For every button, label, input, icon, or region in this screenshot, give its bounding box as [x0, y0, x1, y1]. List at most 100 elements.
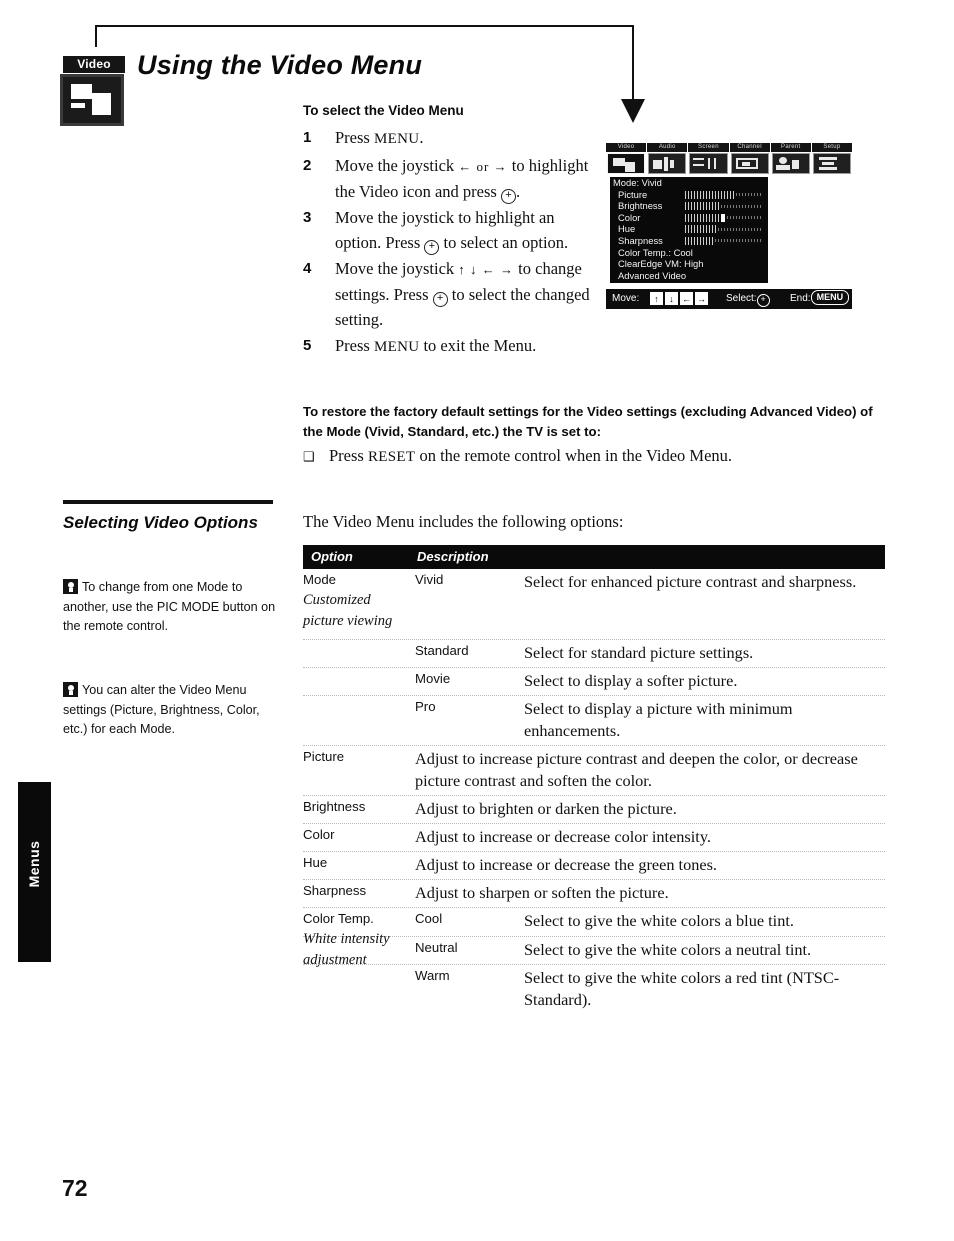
osd-tab-setup[interactable]: Setup [811, 143, 853, 175]
arrow-up-icon: ↑ [650, 292, 663, 305]
select-button-icon: + [432, 292, 448, 307]
osd-move-keys: ↑ ↓ ← → [650, 292, 708, 305]
osd-row-mode[interactable]: Mode: Vivid [610, 177, 768, 189]
cell-description: Select for standard picture settings. [524, 643, 754, 662]
osd-row-label: ClearEdge VM: High [618, 258, 704, 270]
key-name: MENU [373, 131, 420, 147]
list-item: 4 Move the joystick ↑ ↓ ← → to change se… [303, 256, 603, 332]
hue-slider[interactable] [684, 225, 762, 234]
table-row: Warm Select to give the white colors a r… [303, 965, 885, 1014]
picture-slider[interactable] [684, 190, 762, 199]
table-row: Sharpness Adjust to sharpen or soften th… [303, 880, 885, 908]
cell-description: Adjust to increase or decrease color int… [415, 827, 711, 846]
tip-note-2: You can alter the Video Menu settings (P… [63, 681, 278, 740]
osd-tab-screen[interactable]: Screen [688, 143, 730, 175]
cell-description: Select to display a picture with minimum… [524, 699, 793, 740]
audio-tab-icon [648, 153, 687, 174]
select-button-icon: + [424, 240, 440, 255]
table-row: Color Temp. White intensity adjustment C… [303, 908, 885, 968]
cell-description: Adjust to increase or decrease the green… [415, 855, 717, 874]
parent-tab-icon [771, 153, 810, 174]
brightness-slider[interactable] [684, 202, 762, 211]
restore-text-b: on the remote control when in the Video … [415, 446, 733, 465]
cell-option: Picture [303, 749, 345, 764]
osd-tab-parent[interactable]: Parent [770, 143, 812, 175]
thumb-tab-label: Menus [26, 840, 42, 888]
cell-value: Standard [415, 643, 469, 658]
osd-tab-bar: Video Audio Screen Channel Parent Setup [606, 143, 853, 175]
step-text: Move the joystick ↑ ↓ ← → to change sett… [335, 256, 603, 332]
arrow-right-icon: → [695, 292, 708, 305]
square-bullet-icon: ❑ [303, 449, 315, 464]
badge-glyph [60, 74, 124, 126]
page-number: 72 [62, 1175, 88, 1201]
osd-tab-label: Parent [770, 143, 811, 152]
menu-button-icon: MENU [810, 290, 850, 305]
list-item: 3 Move the joystick to highlight an opti… [303, 205, 603, 255]
arrow-down-icon: ↓ [665, 292, 678, 305]
osd-tab-label: Audio [647, 143, 688, 152]
osd-select-hint: Select: + [726, 289, 770, 309]
osd-row-clearedge[interactable]: ClearEdge VM: High [610, 258, 768, 270]
cell-option: Brightness [303, 799, 366, 814]
step-number: 1 [303, 129, 312, 146]
joystick-arrows-icon: ← or → [458, 159, 508, 174]
cell-option-subtitle: Customized picture viewing [303, 592, 393, 629]
osd-row-hue[interactable]: Hue [610, 223, 768, 235]
table-row: Hue Adjust to increase or decrease the g… [303, 852, 885, 880]
osd-row-advanced-video[interactable]: Advanced Video [610, 270, 768, 282]
page-title: Using the Video Menu [137, 50, 423, 80]
sharpness-slider[interactable] [684, 236, 762, 245]
osd-row-label: Picture [618, 188, 648, 200]
procedure-subhead: To select the Video Menu [303, 103, 464, 118]
cell-value: Neutral [415, 940, 458, 955]
step-text: Move the joystick to highlight an option… [335, 205, 603, 255]
cell-value: Warm [415, 968, 450, 983]
cell-description: Adjust to brighten or darken the picture… [415, 799, 677, 818]
restore-note: To restore the factory default settings … [303, 404, 873, 439]
step-text-a: Press [335, 128, 374, 147]
osd-row-label: Color [618, 211, 641, 223]
table-intro: The Video Menu includes the following op… [303, 512, 624, 531]
cell-description: Select to give the white colors a neutra… [524, 940, 812, 959]
list-item: 1 Press MENU. [303, 125, 603, 152]
color-slider[interactable] [684, 213, 762, 222]
osd-move-label: Move: [612, 293, 640, 304]
osd-row-color[interactable]: Color [610, 212, 768, 224]
osd-tab-label: Setup [811, 143, 853, 152]
osd-row-label: Hue [618, 223, 636, 235]
cell-description: Select for enhanced picture contrast and… [524, 572, 857, 591]
tv-osd-screenshot: Video Audio Screen Channel Parent Setup … [606, 143, 853, 309]
osd-row-label: Color Temp.: Cool [618, 246, 693, 258]
arrow-left-icon: ← [680, 292, 693, 305]
cell-value: Cool [415, 911, 443, 926]
osd-tab-video[interactable]: Video [606, 143, 648, 175]
column-header-description: Description [417, 549, 489, 564]
osd-end-label: End: [790, 293, 811, 304]
sidebar-heading: Selecting Video Options [63, 513, 258, 532]
osd-row-brightness[interactable]: Brightness [610, 200, 768, 212]
step-number: 3 [303, 209, 312, 226]
osd-row-picture[interactable]: Picture [610, 189, 768, 201]
osd-tab-channel[interactable]: Channel [729, 143, 771, 175]
osd-tab-audio[interactable]: Audio [647, 143, 689, 175]
restore-bullet-item: ❑ Press RESET on the remote control when … [303, 444, 886, 469]
step-number: 4 [303, 260, 312, 277]
osd-row-label: Mode: Vivid [613, 177, 662, 188]
step-text: Move the joystick ← or → to highlight th… [335, 153, 603, 204]
cell-option: Mode Customized picture viewing [303, 569, 411, 632]
cell-value: Movie [415, 671, 451, 686]
table-row: Neutral Select to give the white colors … [303, 937, 885, 965]
restore-text-a: Press [329, 446, 368, 465]
step-text-a: Press [335, 336, 374, 355]
cell-description: Adjust to sharpen or soften the picture. [415, 883, 669, 902]
tip-note-1: To change from one Mode to another, use … [63, 578, 278, 637]
cell-option-name: Mode [303, 572, 336, 587]
osd-row-color-temp[interactable]: Color Temp.: Cool [610, 247, 768, 259]
osd-row-sharpness[interactable]: Sharpness [610, 235, 768, 247]
key-name: MENU [373, 339, 420, 355]
cell-description: Select to give the white colors a blue t… [524, 911, 794, 930]
osd-footer-bar: Move: ↑ ↓ ← → Select: + End: MENU [606, 289, 852, 309]
table-row: Movie Select to display a softer picture… [303, 668, 885, 696]
column-header-option: Option [311, 549, 353, 564]
